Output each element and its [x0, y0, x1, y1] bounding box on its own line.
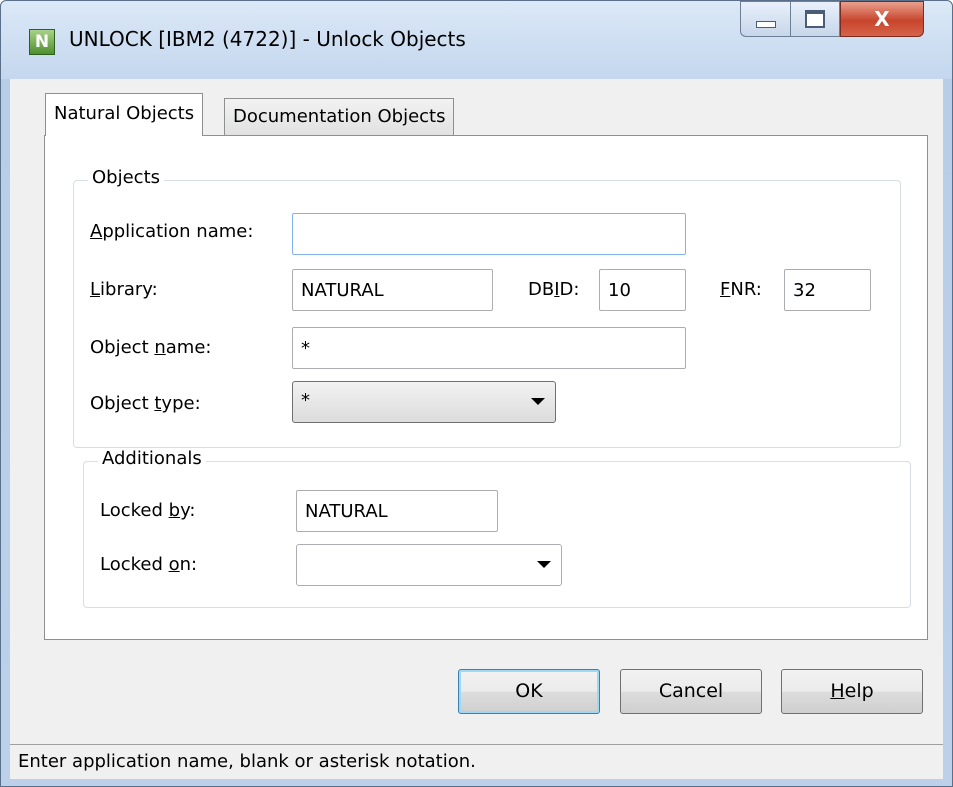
additionals-group-label: Additionals — [98, 448, 206, 469]
window-title: UNLOCK [IBM2 (4722)] - Unlock Objects — [69, 27, 466, 51]
tab-documentation-objects[interactable]: Documentation Objects — [224, 98, 455, 136]
help-button[interactable]: Help — [781, 669, 923, 714]
window-controls: X — [740, 1, 924, 37]
locked-by-input[interactable] — [296, 490, 498, 532]
status-bar: Enter application name, blank or asteris… — [10, 744, 943, 779]
library-label: Library: — [90, 279, 158, 300]
objects-group: Objects Application name: Library: DBID:… — [73, 167, 901, 448]
maximize-button[interactable] — [790, 1, 840, 37]
dialog-window: N UNLOCK [IBM2 (4722)] - Unlock Objects … — [0, 0, 953, 787]
title-bar[interactable]: N UNLOCK [IBM2 (4722)] - Unlock Objects … — [1, 1, 952, 79]
dbid-input[interactable] — [599, 269, 686, 311]
application-name-label: Application name: — [90, 221, 254, 242]
object-type-select[interactable]: * — [292, 381, 556, 423]
fnr-input[interactable] — [784, 269, 871, 311]
cancel-button[interactable]: Cancel — [620, 669, 762, 714]
object-name-input[interactable] — [292, 327, 686, 369]
library-input[interactable] — [292, 269, 493, 311]
object-name-label: Object name: — [90, 337, 212, 358]
tab-natural-objects[interactable]: Natural Objects — [45, 93, 204, 136]
ok-button[interactable]: OK — [458, 669, 600, 714]
maximize-icon — [805, 10, 825, 28]
close-button[interactable]: X — [840, 1, 924, 37]
locked-by-label: Locked by: — [100, 500, 196, 521]
chevron-down-icon[interactable] — [531, 398, 545, 405]
close-icon: X — [874, 7, 890, 31]
locked-on-select[interactable] — [296, 544, 562, 586]
dbid-label: DBID: — [528, 279, 580, 300]
minimize-icon — [755, 20, 776, 28]
natural-app-icon: N — [29, 29, 55, 55]
dialog-client-area: Natural Objects Documentation Objects Ob… — [10, 79, 943, 779]
object-type-value: * — [301, 390, 310, 411]
tab-panel: Objects Application name: Library: DBID:… — [44, 135, 928, 640]
minimize-button[interactable] — [740, 1, 790, 37]
additionals-group: Additionals Locked by: Locked on: — [83, 448, 911, 608]
objects-group-label: Objects — [88, 167, 165, 188]
chevron-down-icon[interactable] — [537, 561, 551, 568]
locked-on-label: Locked on: — [100, 554, 198, 575]
application-name-input[interactable] — [292, 213, 686, 255]
object-type-label: Object type: — [90, 393, 201, 414]
fnr-label: FNR: — [720, 279, 762, 300]
